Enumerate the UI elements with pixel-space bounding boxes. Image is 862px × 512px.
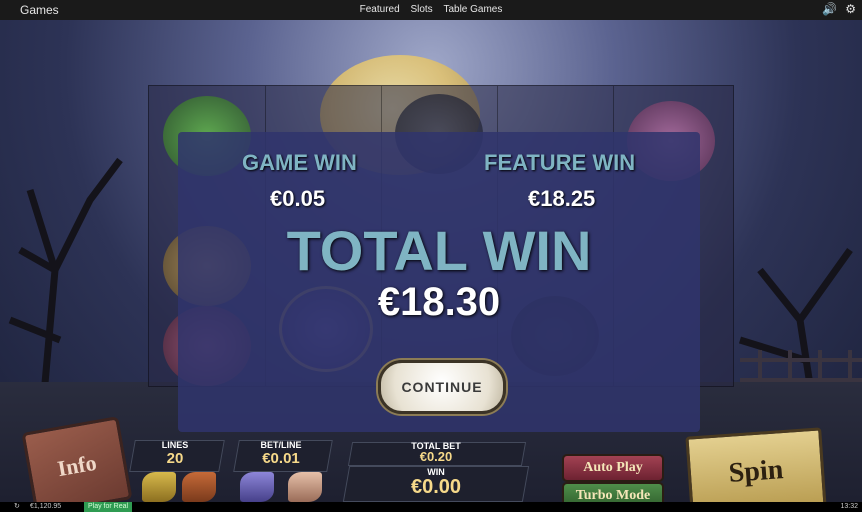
gear-icon[interactable]: ⚙ xyxy=(845,2,856,16)
feature-win-value: €18.25 xyxy=(528,186,596,211)
lines-decrease-button[interactable] xyxy=(142,472,176,502)
total-bet-value: €0.20 xyxy=(419,449,453,464)
win-value: €0.00 xyxy=(410,476,462,498)
game-scene: GAME WIN €0.05 FEATURE WIN €18.25 TOTAL … xyxy=(0,20,862,502)
bet-increase-button[interactable] xyxy=(288,472,322,502)
win-summary-dialog: GAME WIN €0.05 FEATURE WIN €18.25 TOTAL … xyxy=(178,132,700,432)
turbo-mode-button[interactable]: Turbo Mode xyxy=(562,482,664,502)
speaker-icon[interactable]: 🔊 xyxy=(822,2,837,16)
nav-featured[interactable]: Featured xyxy=(360,4,400,15)
control-panel: Info LINES 20 BET/LINE €0.01 TOTAL BET €… xyxy=(0,416,862,502)
lines-increase-button[interactable] xyxy=(182,472,216,502)
total-win-label: TOTAL WIN xyxy=(286,219,592,282)
total-win-value: €18.30 xyxy=(377,280,501,324)
balance-display: €1,120.95 xyxy=(30,503,62,510)
game-win-value: €0.05 xyxy=(270,186,326,211)
feature-win-label: FEATURE WIN xyxy=(484,150,636,175)
lines-value: 20 xyxy=(166,450,184,467)
spin-button[interactable]: Spin xyxy=(685,427,827,502)
bet-line-value: €0.01 xyxy=(262,450,300,467)
main-nav: Featured Slots Table Games xyxy=(0,4,862,15)
game-win-label: GAME WIN xyxy=(242,150,357,175)
clock-display: 13:32 xyxy=(840,503,858,510)
lines-label: LINES xyxy=(161,440,189,450)
auto-play-button[interactable]: Auto Play xyxy=(562,454,664,482)
play-for-real-button[interactable]: Play for Real xyxy=(84,502,133,512)
top-bar: Games Featured Slots Table Games 🔊 ⚙ xyxy=(0,0,862,20)
nav-table-games[interactable]: Table Games xyxy=(443,4,502,15)
bet-decrease-button[interactable] xyxy=(240,472,274,502)
status-bar: ↻ €1,120.95 Play for Real 13:32 xyxy=(0,502,862,512)
bet-line-label: BET/LINE xyxy=(260,440,302,450)
nav-slots[interactable]: Slots xyxy=(410,4,432,15)
continue-button[interactable]: CONTINUE xyxy=(378,360,506,414)
topbar-icons: 🔊 ⚙ xyxy=(817,2,856,16)
refresh-icon[interactable]: ↻ xyxy=(14,502,20,510)
